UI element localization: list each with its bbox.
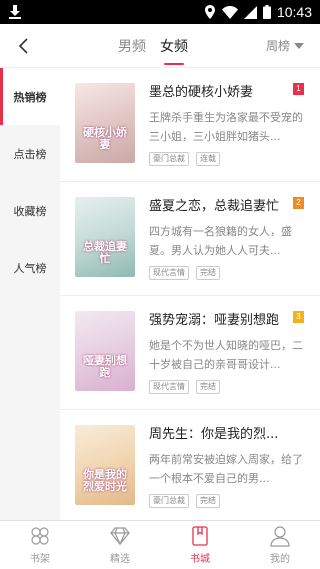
book-list: 硬核小娇妻 墨总的硬核小娇妻 1 王牌杀手重生为洛家最不受宠的三小姐，三小姐胖如… <box>60 68 320 520</box>
download-icon <box>8 4 22 20</box>
book-tags: 豪门总裁 完结 <box>149 494 220 508</box>
sidebar-item-favorites[interactable]: 收藏榜 <box>0 182 60 239</box>
top-header: 男频 女频 周榜 <box>0 24 320 68</box>
tab-male[interactable]: 男频 <box>118 36 146 56</box>
book-cover[interactable]: 你是我的烈爱时光 <box>75 425 135 505</box>
status-tag: 完结 <box>196 266 220 280</box>
nav-label: 精选 <box>110 554 130 565</box>
book-cover[interactable]: 总裁追妻忙 <box>75 197 135 277</box>
book-item[interactable]: 硬核小娇妻 墨总的硬核小娇妻 1 王牌杀手重生为洛家最不受宠的三小姐，三小姐胖如… <box>60 68 320 182</box>
book-icon <box>192 526 208 546</box>
cover-title-text: 你是我的烈爱时光 <box>83 468 127 493</box>
status-tag: 完结 <box>196 494 220 508</box>
book-title: 强势宠溺：哑妻别想跑 <box>149 313 280 328</box>
book-tags: 现代言情 完结 <box>149 266 220 280</box>
diamond-icon <box>110 527 130 546</box>
user-icon <box>270 526 290 547</box>
bottom-nav: 书架 精选 书城 我的 <box>0 520 320 569</box>
rank-badge: 1 <box>293 83 304 95</box>
book-description: 四方城有一名狼籍的女人，盛夏。男人认为她人人可夫... <box>149 225 292 257</box>
book-item[interactable]: 哑妻别想跑 强势宠溺：哑妻别想跑 3 她是个不为世人知晓的哑巴，二十岁被自己的亲… <box>60 296 320 410</box>
book-title: 周先生：你是我的烈... <box>149 427 279 442</box>
book-title: 墨总的硬核小娇妻 <box>149 85 254 100</box>
wifi-icon <box>221 5 238 19</box>
nav-bookstore[interactable]: 书城 <box>160 521 240 569</box>
rank-badge: 3 <box>293 311 304 323</box>
status-time: 10:43 <box>276 4 312 20</box>
book-description: 她是个不为世人知晓的哑巴，二十岁被自己的亲哥哥设计... <box>149 339 303 371</box>
book-item[interactable]: 你是我的烈爱时光 周先生：你是我的烈... 两年前常安被迫嫁入周家，给了一个根本… <box>60 410 320 520</box>
nav-bookshelf[interactable]: 书架 <box>0 521 80 569</box>
period-label: 周榜 <box>265 39 290 53</box>
status-bar: 10:43 <box>0 0 320 24</box>
book-tags: 现代言情 完结 <box>149 380 220 394</box>
ranking-sidebar: 热销榜 点击榜 收藏榜 人气榜 <box>0 68 60 520</box>
location-icon <box>204 5 215 19</box>
genre-tag: 豪门总裁 <box>149 494 189 508</box>
status-tag: 连载 <box>196 152 220 166</box>
period-dropdown[interactable]: 周榜 <box>266 37 304 54</box>
tab-female[interactable]: 女频 <box>160 36 188 56</box>
book-cover[interactable]: 哑妻别想跑 <box>75 311 135 391</box>
book-description: 两年前常安被迫嫁入周家，给了一个根本不爱自己的男... <box>149 453 303 485</box>
nav-label: 书架 <box>30 554 50 565</box>
nav-featured[interactable]: 精选 <box>80 521 160 569</box>
book-description: 王牌杀手重生为洛家最不受宠的三小姐，三小姐胖如猪头... <box>149 111 303 143</box>
back-arrow-icon[interactable] <box>14 36 34 56</box>
nav-profile[interactable]: 我的 <box>240 521 320 569</box>
sidebar-item-hot-sales[interactable]: 热销榜 <box>0 68 60 125</box>
book-title: 盛夏之恋，总裁追妻忙 <box>149 199 280 214</box>
nav-label: 我的 <box>270 554 290 565</box>
sidebar-item-popularity[interactable]: 人气榜 <box>0 239 60 296</box>
book-item[interactable]: 总裁追妻忙 盛夏之恋，总裁追妻忙 2 四方城有一名狼籍的女人，盛夏。男人认为她人… <box>60 182 320 296</box>
shelf-icon <box>31 527 49 545</box>
book-tags: 豪门总裁 连载 <box>149 152 220 166</box>
book-cover[interactable]: 硬核小娇妻 <box>75 83 135 163</box>
battery-icon <box>262 5 271 19</box>
cover-title-text: 哑妻别想跑 <box>83 354 127 379</box>
caret-down-icon <box>294 42 304 49</box>
nav-label: 书城 <box>190 554 210 565</box>
signal-icon <box>243 5 257 19</box>
cover-title-text: 硬核小娇妻 <box>83 126 127 151</box>
sidebar-item-clicks[interactable]: 点击榜 <box>0 125 60 182</box>
genre-tag: 豪门总裁 <box>149 152 189 166</box>
rank-badge: 2 <box>293 197 304 209</box>
gender-tabs: 男频 女频 <box>118 36 188 56</box>
cover-title-text: 总裁追妻忙 <box>83 240 127 265</box>
genre-tag: 现代言情 <box>149 380 189 394</box>
status-tag: 完结 <box>196 380 220 394</box>
genre-tag: 现代言情 <box>149 266 189 280</box>
